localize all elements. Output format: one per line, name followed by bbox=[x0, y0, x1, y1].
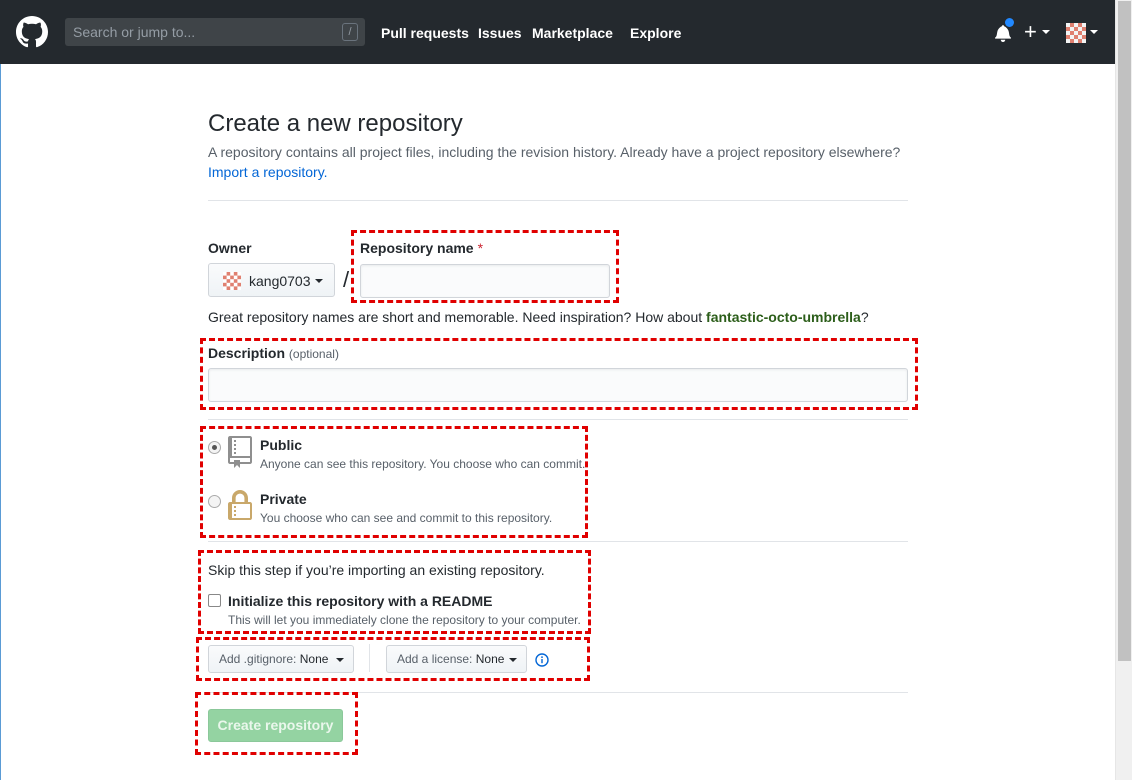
divider bbox=[208, 419, 908, 420]
divider bbox=[208, 541, 908, 542]
chevron-down-icon bbox=[1042, 30, 1050, 34]
page-description: A repository contains all project files,… bbox=[208, 144, 901, 180]
annotation-box-submit bbox=[195, 692, 358, 755]
name-suggestion-note: Great repository names are short and mem… bbox=[208, 309, 869, 325]
name-suggestion[interactable]: fantastic-octo-umbrella bbox=[706, 309, 861, 325]
chevron-down-icon bbox=[315, 279, 323, 283]
page-title: Create a new repository bbox=[208, 110, 463, 137]
nav-explore[interactable]: Explore bbox=[630, 24, 681, 42]
unread-indicator bbox=[1005, 18, 1014, 27]
owner-select-button[interactable]: kang0703 bbox=[208, 263, 335, 297]
annotation-box-description bbox=[200, 338, 918, 410]
page-subhead: Create a new repository A repository con… bbox=[208, 108, 908, 182]
nav-issues[interactable]: Issues bbox=[478, 24, 522, 42]
owner-repo-separator: / bbox=[343, 267, 350, 292]
annotation-box-visibility bbox=[200, 426, 588, 538]
vertical-scrollbar[interactable] bbox=[1115, 0, 1132, 780]
search-placeholder: Search or jump to... bbox=[73, 24, 196, 40]
annotation-box-readme bbox=[198, 550, 591, 634]
create-new-button[interactable]: + bbox=[1024, 21, 1037, 43]
annotation-box-repo-name bbox=[351, 230, 619, 303]
owner-label: Owner bbox=[208, 240, 252, 256]
annotation-box-gitignore-license bbox=[196, 637, 590, 681]
user-avatar[interactable] bbox=[1066, 23, 1086, 43]
github-logo-icon[interactable] bbox=[16, 16, 48, 48]
search-input[interactable]: Search or jump to... / bbox=[65, 18, 365, 46]
search-shortcut-key: / bbox=[342, 23, 358, 41]
import-repository-link[interactable]: Import a repository. bbox=[208, 164, 328, 180]
divider bbox=[208, 200, 908, 201]
window-border bbox=[0, 64, 1, 780]
owner-avatar bbox=[223, 272, 241, 290]
chevron-down-icon bbox=[1090, 30, 1098, 34]
nav-pull-requests[interactable]: Pull requests bbox=[381, 24, 469, 42]
scrollbar-thumb[interactable] bbox=[1118, 1, 1131, 661]
owner-name: kang0703 bbox=[249, 273, 311, 289]
nav-marketplace[interactable]: Marketplace bbox=[532, 24, 613, 42]
global-header: Search or jump to... / Pull requests Iss… bbox=[0, 0, 1115, 64]
